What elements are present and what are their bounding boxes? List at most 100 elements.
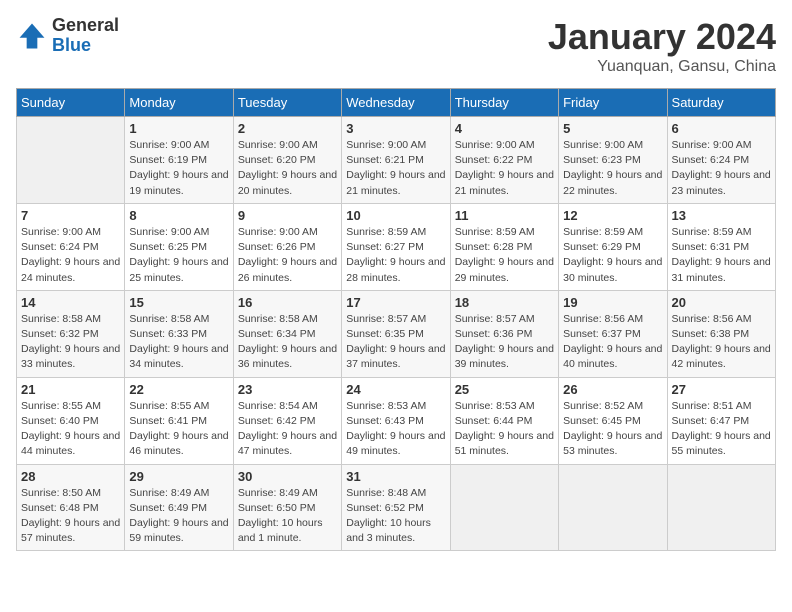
calendar-cell: 10Sunrise: 8:59 AMSunset: 6:27 PMDayligh… (342, 203, 450, 290)
calendar-cell: 20 Sunrise: 8:56 AMSunset: 6:38 PMDayligh… (667, 290, 775, 377)
calendar-cell: 14Sunrise: 8:58 AMSunset: 6:32 PMDayligh… (17, 290, 125, 377)
day-detail: Sunrise: 8:49 AMSunset: 6:50 PMDaylight:… (238, 486, 337, 547)
calendar-cell: 4Sunrise: 9:00 AMSunset: 6:22 PMDaylight… (450, 117, 558, 204)
day-number: 16 (238, 295, 337, 310)
calendar-cell: 31Sunrise: 8:48 AMSunset: 6:52 PMDayligh… (342, 464, 450, 551)
day-number: 11 (455, 208, 554, 223)
logo-text: General Blue (52, 16, 119, 56)
calendar-cell: 3 Sunrise: 9:00 AMSunset: 6:21 PMDaylight… (342, 117, 450, 204)
calendar-cell: 21Sunrise: 8:55 AMSunset: 6:40 PMDayligh… (17, 377, 125, 464)
day-detail: Sunrise: 9:00 AMSunset: 6:24 PMDaylight:… (21, 225, 120, 286)
calendar-cell: 26 Sunrise: 8:52 AMSunset: 6:45 PMDayligh… (559, 377, 667, 464)
calendar-cell: 17Sunrise: 8:57 AMSunset: 6:35 PMDayligh… (342, 290, 450, 377)
day-detail: Sunrise: 9:00 AMSunset: 6:21 PMDaylight:… (346, 138, 445, 199)
header-friday: Friday (559, 89, 667, 117)
calendar-body: 1 Sunrise: 9:00 AMSunset: 6:19 PMDaylight… (17, 117, 776, 551)
day-detail: Sunrise: 8:50 AMSunset: 6:48 PMDaylight:… (21, 486, 120, 547)
calendar-cell: 5 Sunrise: 9:00 AMSunset: 6:23 PMDaylight… (559, 117, 667, 204)
page-header: General Blue January 2024 Yuanquan, Gans… (16, 16, 776, 76)
day-number: 27 (672, 382, 771, 397)
day-number: 13 (672, 208, 771, 223)
day-number: 17 (346, 295, 445, 310)
calendar-cell: 6 Sunrise: 9:00 AMSunset: 6:24 PMDaylight… (667, 117, 775, 204)
day-number: 6 (672, 121, 771, 136)
calendar-table: Sunday Monday Tuesday Wednesday Thursday… (16, 88, 776, 551)
location-subtitle: Yuanquan, Gansu, China (548, 58, 776, 76)
day-detail: Sunrise: 9:00 AMSunset: 6:25 PMDaylight:… (129, 225, 228, 286)
day-detail: Sunrise: 8:55 AMSunset: 6:41 PMDaylight:… (129, 399, 228, 460)
day-detail: Sunrise: 9:00 AMSunset: 6:20 PMDaylight:… (238, 138, 337, 199)
day-number: 9 (238, 208, 337, 223)
day-detail: Sunrise: 8:59 AMSunset: 6:28 PMDaylight:… (455, 225, 554, 286)
calendar-cell: 22Sunrise: 8:55 AMSunset: 6:41 PMDayligh… (125, 377, 233, 464)
calendar-week-2: 14Sunrise: 8:58 AMSunset: 6:32 PMDayligh… (17, 290, 776, 377)
logo-blue: Blue (52, 36, 119, 56)
day-number: 7 (21, 208, 120, 223)
day-number: 10 (346, 208, 445, 223)
day-detail: Sunrise: 8:56 AMSunset: 6:38 PMDaylight:… (672, 312, 771, 373)
logo: General Blue (16, 16, 119, 56)
day-detail: Sunrise: 8:54 AMSunset: 6:42 PMDaylight:… (238, 399, 337, 460)
calendar-cell: 2 Sunrise: 9:00 AMSunset: 6:20 PMDaylight… (233, 117, 341, 204)
calendar-cell: 30Sunrise: 8:49 AMSunset: 6:50 PMDayligh… (233, 464, 341, 551)
day-detail: Sunrise: 8:53 AMSunset: 6:43 PMDaylight:… (346, 399, 445, 460)
day-number: 15 (129, 295, 228, 310)
calendar-cell (17, 117, 125, 204)
calendar-cell: 24 Sunrise: 8:53 AMSunset: 6:43 PMDayligh… (342, 377, 450, 464)
day-detail: Sunrise: 8:53 AMSunset: 6:44 PMDaylight:… (455, 399, 554, 460)
logo-icon (16, 20, 48, 52)
logo-general: General (52, 16, 119, 36)
calendar-cell: 27 Sunrise: 8:51 AMSunset: 6:47 PMDayligh… (667, 377, 775, 464)
calendar-cell: 12Sunrise: 8:59 AMSunset: 6:29 PMDayligh… (559, 203, 667, 290)
day-number: 25 (455, 382, 554, 397)
day-detail: Sunrise: 8:49 AMSunset: 6:49 PMDaylight:… (129, 486, 228, 547)
day-detail: Sunrise: 8:52 AMSunset: 6:45 PMDaylight:… (563, 399, 662, 460)
month-title: January 2024 (548, 16, 776, 58)
calendar-cell (559, 464, 667, 551)
calendar-cell (667, 464, 775, 551)
day-detail: Sunrise: 9:00 AMSunset: 6:24 PMDaylight:… (672, 138, 771, 199)
day-number: 29 (129, 469, 228, 484)
day-number: 1 (129, 121, 228, 136)
day-detail: Sunrise: 8:59 AMSunset: 6:29 PMDaylight:… (563, 225, 662, 286)
day-detail: Sunrise: 9:00 AMSunset: 6:26 PMDaylight:… (238, 225, 337, 286)
header-thursday: Thursday (450, 89, 558, 117)
day-detail: Sunrise: 8:48 AMSunset: 6:52 PMDaylight:… (346, 486, 445, 547)
day-detail: Sunrise: 8:56 AMSunset: 6:37 PMDaylight:… (563, 312, 662, 373)
day-number: 8 (129, 208, 228, 223)
day-detail: Sunrise: 8:57 AMSunset: 6:36 PMDaylight:… (455, 312, 554, 373)
day-detail: Sunrise: 8:58 AMSunset: 6:33 PMDaylight:… (129, 312, 228, 373)
calendar-week-0: 1 Sunrise: 9:00 AMSunset: 6:19 PMDaylight… (17, 117, 776, 204)
day-number: 24 (346, 382, 445, 397)
day-number: 2 (238, 121, 337, 136)
header-saturday: Saturday (667, 89, 775, 117)
header-sunday: Sunday (17, 89, 125, 117)
day-number: 19 (563, 295, 662, 310)
day-number: 20 (672, 295, 771, 310)
day-number: 28 (21, 469, 120, 484)
calendar-cell: 28 Sunrise: 8:50 AMSunset: 6:48 PMDayligh… (17, 464, 125, 551)
title-block: January 2024 Yuanquan, Gansu, China (548, 16, 776, 76)
calendar-cell: 18 Sunrise: 8:57 AMSunset: 6:36 PMDayligh… (450, 290, 558, 377)
day-number: 4 (455, 121, 554, 136)
calendar-cell: 19 Sunrise: 8:56 AMSunset: 6:37 PMDayligh… (559, 290, 667, 377)
weekday-row: Sunday Monday Tuesday Wednesday Thursday… (17, 89, 776, 117)
day-number: 14 (21, 295, 120, 310)
day-number: 3 (346, 121, 445, 136)
calendar-cell: 13Sunrise: 8:59 AMSunset: 6:31 PMDayligh… (667, 203, 775, 290)
day-number: 18 (455, 295, 554, 310)
calendar-cell: 29 Sunrise: 8:49 AMSunset: 6:49 PMDayligh… (125, 464, 233, 551)
calendar-cell: 7 Sunrise: 9:00 AMSunset: 6:24 PMDaylight… (17, 203, 125, 290)
header-monday: Monday (125, 89, 233, 117)
day-detail: Sunrise: 8:55 AMSunset: 6:40 PMDaylight:… (21, 399, 120, 460)
calendar-cell (450, 464, 558, 551)
day-detail: Sunrise: 8:51 AMSunset: 6:47 PMDaylight:… (672, 399, 771, 460)
calendar-cell: 9 Sunrise: 9:00 AMSunset: 6:26 PMDaylight… (233, 203, 341, 290)
calendar-week-1: 7 Sunrise: 9:00 AMSunset: 6:24 PMDaylight… (17, 203, 776, 290)
calendar-cell: 23Sunrise: 8:54 AMSunset: 6:42 PMDayligh… (233, 377, 341, 464)
calendar-week-3: 21Sunrise: 8:55 AMSunset: 6:40 PMDayligh… (17, 377, 776, 464)
day-detail: Sunrise: 9:00 AMSunset: 6:19 PMDaylight:… (129, 138, 228, 199)
day-number: 26 (563, 382, 662, 397)
day-number: 5 (563, 121, 662, 136)
day-detail: Sunrise: 9:00 AMSunset: 6:23 PMDaylight:… (563, 138, 662, 199)
